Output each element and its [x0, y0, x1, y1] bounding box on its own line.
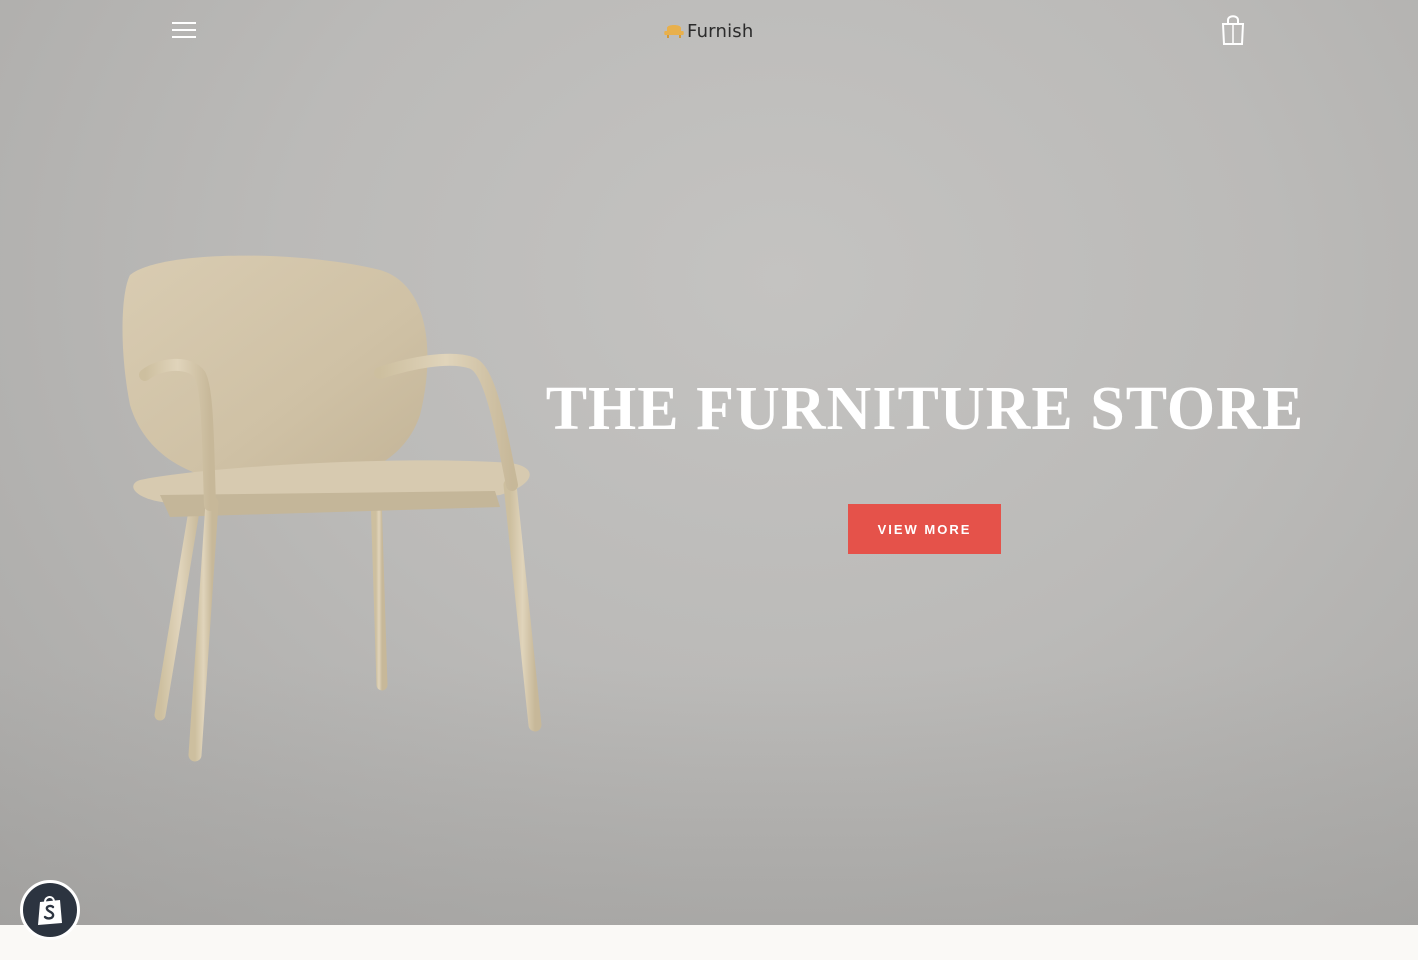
site-header: Furnish	[0, 0, 1418, 60]
menu-bar	[172, 22, 196, 24]
hero-banner: THE FURNITURE STORE VIEW MORE	[0, 0, 1418, 925]
sofa-logo-icon	[664, 25, 684, 38]
hero-title: THE FURNITURE STORE	[545, 375, 1305, 443]
shopify-bag-icon[interactable]	[20, 880, 80, 940]
hamburger-menu-icon[interactable]	[166, 14, 202, 46]
menu-bar	[172, 36, 196, 38]
site-logo[interactable]: Furnish	[664, 18, 753, 44]
wooden-chair-image	[122, 255, 542, 762]
logo-text: Furnish	[687, 20, 754, 42]
view-more-button[interactable]: VIEW MORE	[848, 504, 1001, 554]
shopping-bag-icon[interactable]	[1218, 13, 1248, 47]
menu-bar	[172, 29, 196, 31]
